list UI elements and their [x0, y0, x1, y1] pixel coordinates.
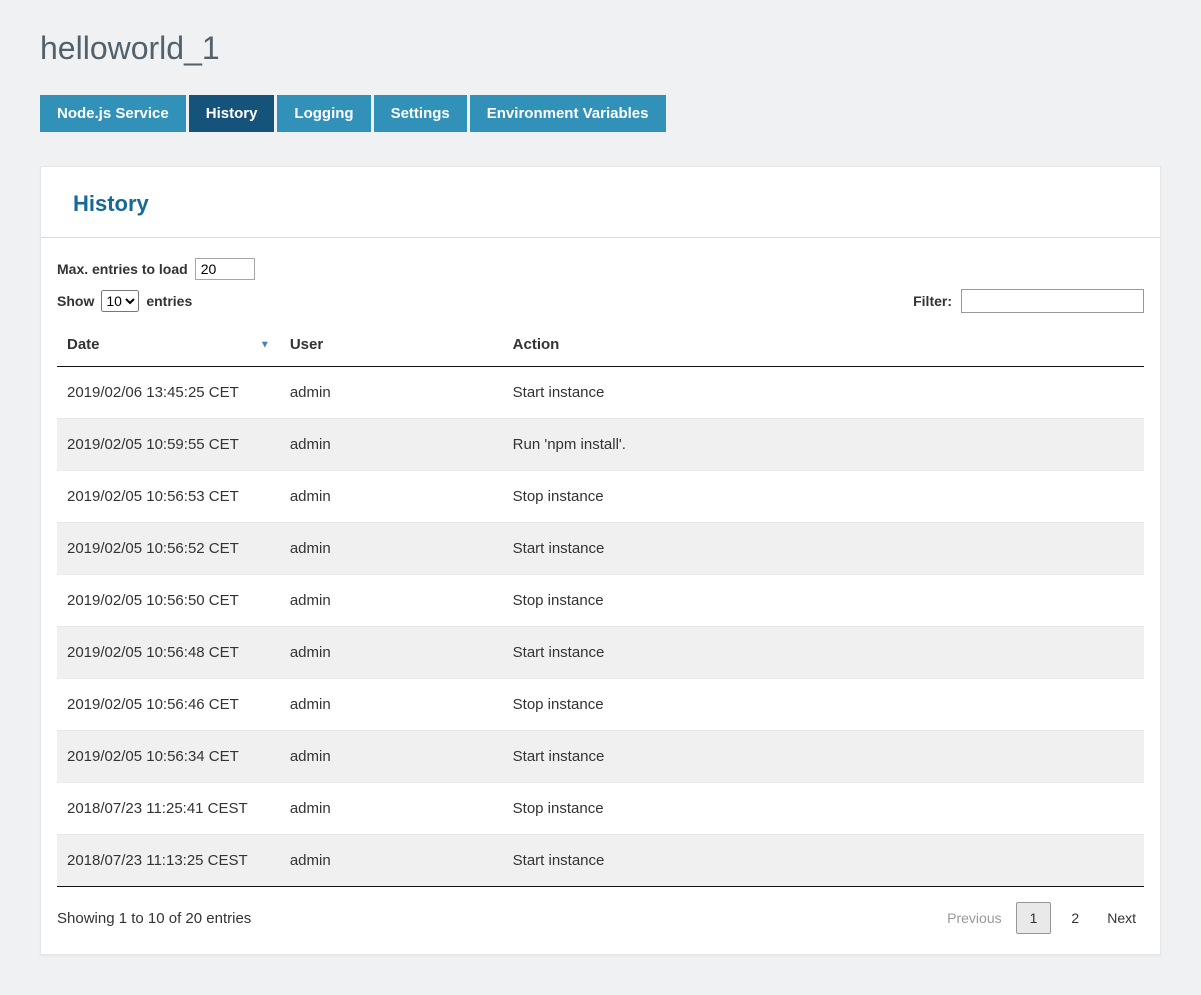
- filter-control: Filter:: [913, 289, 1144, 313]
- cell-user: admin: [280, 835, 503, 887]
- table-header-row: Date ▼ User Action: [57, 323, 1144, 367]
- table-row: 2019/02/05 10:56:34 CET admin Start inst…: [57, 731, 1144, 783]
- tab-settings[interactable]: Settings: [374, 95, 467, 132]
- panel-heading: History: [73, 191, 1128, 217]
- show-label: Show: [57, 293, 94, 309]
- column-header-action-label: Action: [513, 336, 560, 353]
- cell-action: Start instance: [503, 523, 1144, 575]
- table-header: Date ▼ User Action: [57, 323, 1144, 367]
- column-header-date-label: Date: [67, 336, 100, 353]
- history-panel: History Max. entries to load Show 10 ent…: [40, 166, 1161, 955]
- column-header-date[interactable]: Date ▼: [57, 323, 280, 367]
- cell-action: Stop instance: [503, 471, 1144, 523]
- cell-date: 2018/07/23 11:13:25 CEST: [57, 835, 280, 887]
- history-table: Date ▼ User Action 2019/02/06 13:45:25 C…: [57, 323, 1144, 886]
- cell-user: admin: [280, 419, 503, 471]
- pagination-previous[interactable]: Previous: [939, 903, 1009, 933]
- cell-date: 2019/02/05 10:56:34 CET: [57, 731, 280, 783]
- cell-action: Start instance: [503, 835, 1144, 887]
- table-row: 2019/02/05 10:56:46 CET admin Stop insta…: [57, 679, 1144, 731]
- tab-environment-variables[interactable]: Environment Variables: [470, 95, 666, 132]
- cell-user: admin: [280, 367, 503, 419]
- pagination: Previous 12 Next: [939, 902, 1144, 934]
- cell-action: Stop instance: [503, 575, 1144, 627]
- max-entries-label: Max. entries to load: [57, 261, 188, 277]
- column-header-user[interactable]: User: [280, 323, 503, 367]
- entries-label: entries: [146, 293, 192, 309]
- page: helloworld_1 Node.js ServiceHistoryLoggi…: [0, 0, 1201, 995]
- cell-user: admin: [280, 575, 503, 627]
- length-filter-row: Show 10 entries Filter:: [57, 289, 1144, 313]
- cell-action: Start instance: [503, 367, 1144, 419]
- column-header-user-label: User: [290, 336, 323, 353]
- table-row: 2018/07/23 11:13:25 CEST admin Start ins…: [57, 835, 1144, 887]
- cell-date: 2019/02/05 10:56:52 CET: [57, 523, 280, 575]
- max-entries-input[interactable]: [195, 258, 255, 280]
- panel-header: History: [41, 167, 1160, 237]
- table-footer: Showing 1 to 10 of 20 entries Previous 1…: [57, 886, 1144, 954]
- table-row: 2019/02/05 10:59:55 CET admin Run 'npm i…: [57, 419, 1144, 471]
- cell-date: 2019/02/05 10:56:48 CET: [57, 627, 280, 679]
- tab-logging[interactable]: Logging: [277, 95, 370, 132]
- table-row: 2019/02/06 13:45:25 CET admin Start inst…: [57, 367, 1144, 419]
- cell-action: Stop instance: [503, 783, 1144, 835]
- showing-info: Showing 1 to 10 of 20 entries: [57, 910, 251, 927]
- page-title: helloworld_1: [40, 30, 1161, 67]
- cell-user: admin: [280, 731, 503, 783]
- history-table-body: 2019/02/06 13:45:25 CET admin Start inst…: [57, 367, 1144, 887]
- filter-input[interactable]: [961, 289, 1144, 313]
- table-row: 2019/02/05 10:56:50 CET admin Stop insta…: [57, 575, 1144, 627]
- cell-date: 2018/07/23 11:25:41 CEST: [57, 783, 280, 835]
- cell-action: Run 'npm install'.: [503, 419, 1144, 471]
- max-entries-row: Max. entries to load: [57, 258, 1144, 280]
- sort-desc-icon: ▼: [260, 339, 270, 350]
- cell-action: Stop instance: [503, 679, 1144, 731]
- table-row: 2019/02/05 10:56:48 CET admin Start inst…: [57, 627, 1144, 679]
- pagination-pages: 12: [1016, 902, 1094, 934]
- pagination-page-2[interactable]: 2: [1057, 902, 1093, 934]
- cell-user: admin: [280, 679, 503, 731]
- tab-history[interactable]: History: [189, 95, 275, 132]
- cell-date: 2019/02/05 10:56:46 CET: [57, 679, 280, 731]
- tab-node-js-service[interactable]: Node.js Service: [40, 95, 186, 132]
- page-length-select[interactable]: 10: [101, 290, 139, 312]
- filter-label: Filter:: [913, 293, 952, 309]
- show-entries-control: Show 10 entries: [57, 290, 192, 312]
- pagination-page-1[interactable]: 1: [1016, 902, 1052, 934]
- cell-user: admin: [280, 523, 503, 575]
- table-row: 2019/02/05 10:56:53 CET admin Stop insta…: [57, 471, 1144, 523]
- cell-date: 2019/02/05 10:56:53 CET: [57, 471, 280, 523]
- tab-bar: Node.js ServiceHistoryLoggingSettingsEnv…: [40, 95, 1161, 132]
- pagination-next[interactable]: Next: [1099, 903, 1144, 933]
- cell-user: admin: [280, 627, 503, 679]
- table-controls: Max. entries to load Show 10 entries Fil…: [41, 238, 1160, 313]
- column-header-action[interactable]: Action: [503, 323, 1144, 367]
- table-row: 2019/02/05 10:56:52 CET admin Start inst…: [57, 523, 1144, 575]
- cell-action: Start instance: [503, 627, 1144, 679]
- cell-user: admin: [280, 471, 503, 523]
- cell-date: 2019/02/05 10:56:50 CET: [57, 575, 280, 627]
- cell-user: admin: [280, 783, 503, 835]
- table-row: 2018/07/23 11:25:41 CEST admin Stop inst…: [57, 783, 1144, 835]
- cell-date: 2019/02/06 13:45:25 CET: [57, 367, 280, 419]
- cell-action: Start instance: [503, 731, 1144, 783]
- cell-date: 2019/02/05 10:59:55 CET: [57, 419, 280, 471]
